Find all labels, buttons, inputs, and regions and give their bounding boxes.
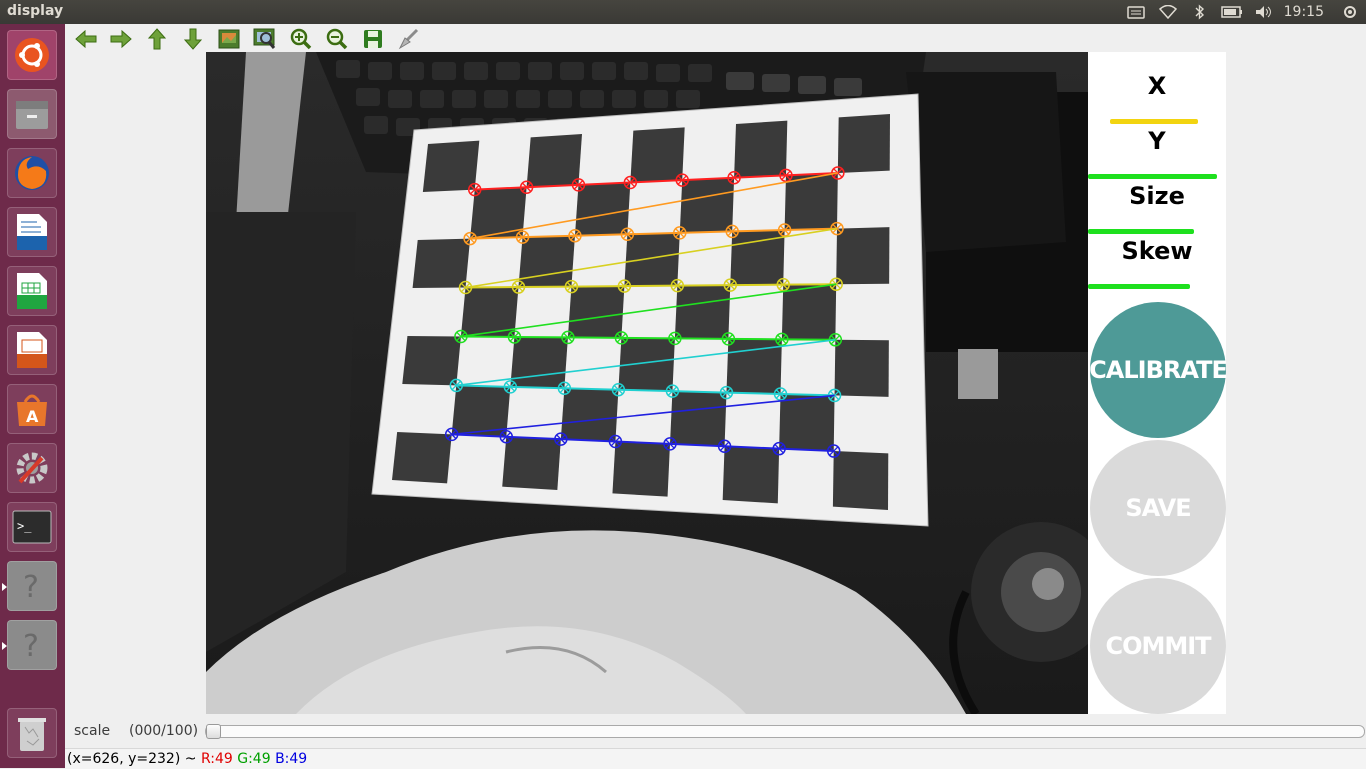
volume-icon[interactable] [1248,0,1280,24]
pan-down-icon[interactable] [180,26,206,52]
software-center-icon[interactable]: A [7,384,57,434]
launcher: A >_ ? ? [0,24,65,768]
svg-text:?: ? [23,570,39,604]
window-title: display [7,3,64,19]
calibration-panel: X Y Size Skew CALIBRATE SAVE COMMIT [1088,52,1228,714]
impress-icon[interactable] [7,325,57,375]
save-button[interactable]: SAVE [1090,440,1226,576]
pan-right-icon[interactable] [108,26,134,52]
pan-up-icon[interactable] [144,26,170,52]
firefox-icon[interactable] [7,148,57,198]
size-label: Size [1129,182,1185,210]
writer-icon[interactable] [7,207,57,257]
clock[interactable]: 19:15 [1280,4,1334,20]
checker-square [574,182,631,236]
checker-square [624,232,680,287]
checker-square [630,127,685,183]
pixel-red-value: R:49 [200,751,233,767]
calibrate-button[interactable]: CALIBRATE [1089,302,1228,438]
wifi-icon[interactable] [1152,0,1184,24]
y-label: Y [1148,127,1166,155]
scale-trackbar-row: scale (000/100) [65,714,1366,748]
svg-text:A: A [26,407,39,426]
bluetooth-icon[interactable] [1184,0,1216,24]
toolbar [65,24,1366,52]
checker-square [836,227,890,285]
properties-icon[interactable] [396,26,422,52]
svg-text:>_: >_ [17,519,32,533]
checker-square [526,134,582,188]
checker-square [837,114,890,173]
checker-square [510,336,568,389]
checker-square [518,235,575,288]
zoom-region-icon[interactable] [252,26,278,52]
camera-frame [206,52,1088,714]
ubuntu-dash-icon[interactable] [7,30,57,80]
x-label: X [1147,72,1167,100]
keyboard-icon[interactable] [1120,0,1152,24]
commit-button[interactable]: COMMIT [1090,578,1226,714]
checker-square [779,394,835,452]
y-progress-bar [1088,174,1217,179]
scale-label: scale [74,723,111,739]
checker-square [392,432,452,484]
checker-square [679,177,735,233]
checker-square [502,436,561,490]
checker-square [781,284,837,340]
running-indicator-icon [2,642,7,650]
terminal-icon[interactable]: >_ [7,502,57,552]
power-gear-icon[interactable] [1334,0,1366,24]
battery-icon[interactable] [1216,0,1248,24]
status-bar: (x=626, y=232) ~ R:49 G:49 B:49 [65,748,1366,769]
size-progress-bar [1088,229,1194,234]
pixel-green-value: G:49 [237,751,271,767]
save-image-icon[interactable] [360,26,386,52]
x-progress-bar [1110,119,1198,124]
skew-progress-bar [1088,284,1190,289]
checker-square [834,339,889,397]
calc-icon[interactable] [7,266,57,316]
pixel-blue-value: B:49 [275,751,308,767]
unknown-app-icon[interactable]: ? [2,561,57,611]
zoom-out-icon[interactable] [324,26,350,52]
checker-square [402,336,461,386]
skew-label: Skew [1121,237,1193,265]
top-panel: display 19:15 [0,0,1366,24]
unknown-app-icon[interactable]: ? [2,620,57,670]
svg-text:?: ? [23,629,39,663]
pixel-coordinates: (x=626, y=232) ~ [67,751,201,767]
checker-square [832,451,889,510]
pan-left-icon[interactable] [73,26,99,52]
checker-square [412,238,471,288]
cpu-sticker [958,349,998,399]
scale-value: (000/100) [129,723,199,739]
checker-square [612,441,670,497]
camera-view[interactable] [206,52,1088,714]
files-icon[interactable] [7,89,57,139]
checker-square [560,388,619,442]
checker-square [674,285,731,339]
checker-square [722,446,780,504]
zoom-fit-icon[interactable] [216,26,242,52]
checker-square [567,286,625,338]
system-tray: 19:15 [1120,0,1366,24]
checker-square [734,120,788,178]
zoom-in-icon[interactable] [288,26,314,52]
checker-square [670,391,727,447]
scale-slider-handle[interactable] [206,724,221,739]
system-settings-icon[interactable] [7,443,57,493]
scale-slider-track[interactable] [205,725,1365,738]
running-indicator-icon [2,583,7,591]
trash-icon[interactable] [7,708,57,758]
